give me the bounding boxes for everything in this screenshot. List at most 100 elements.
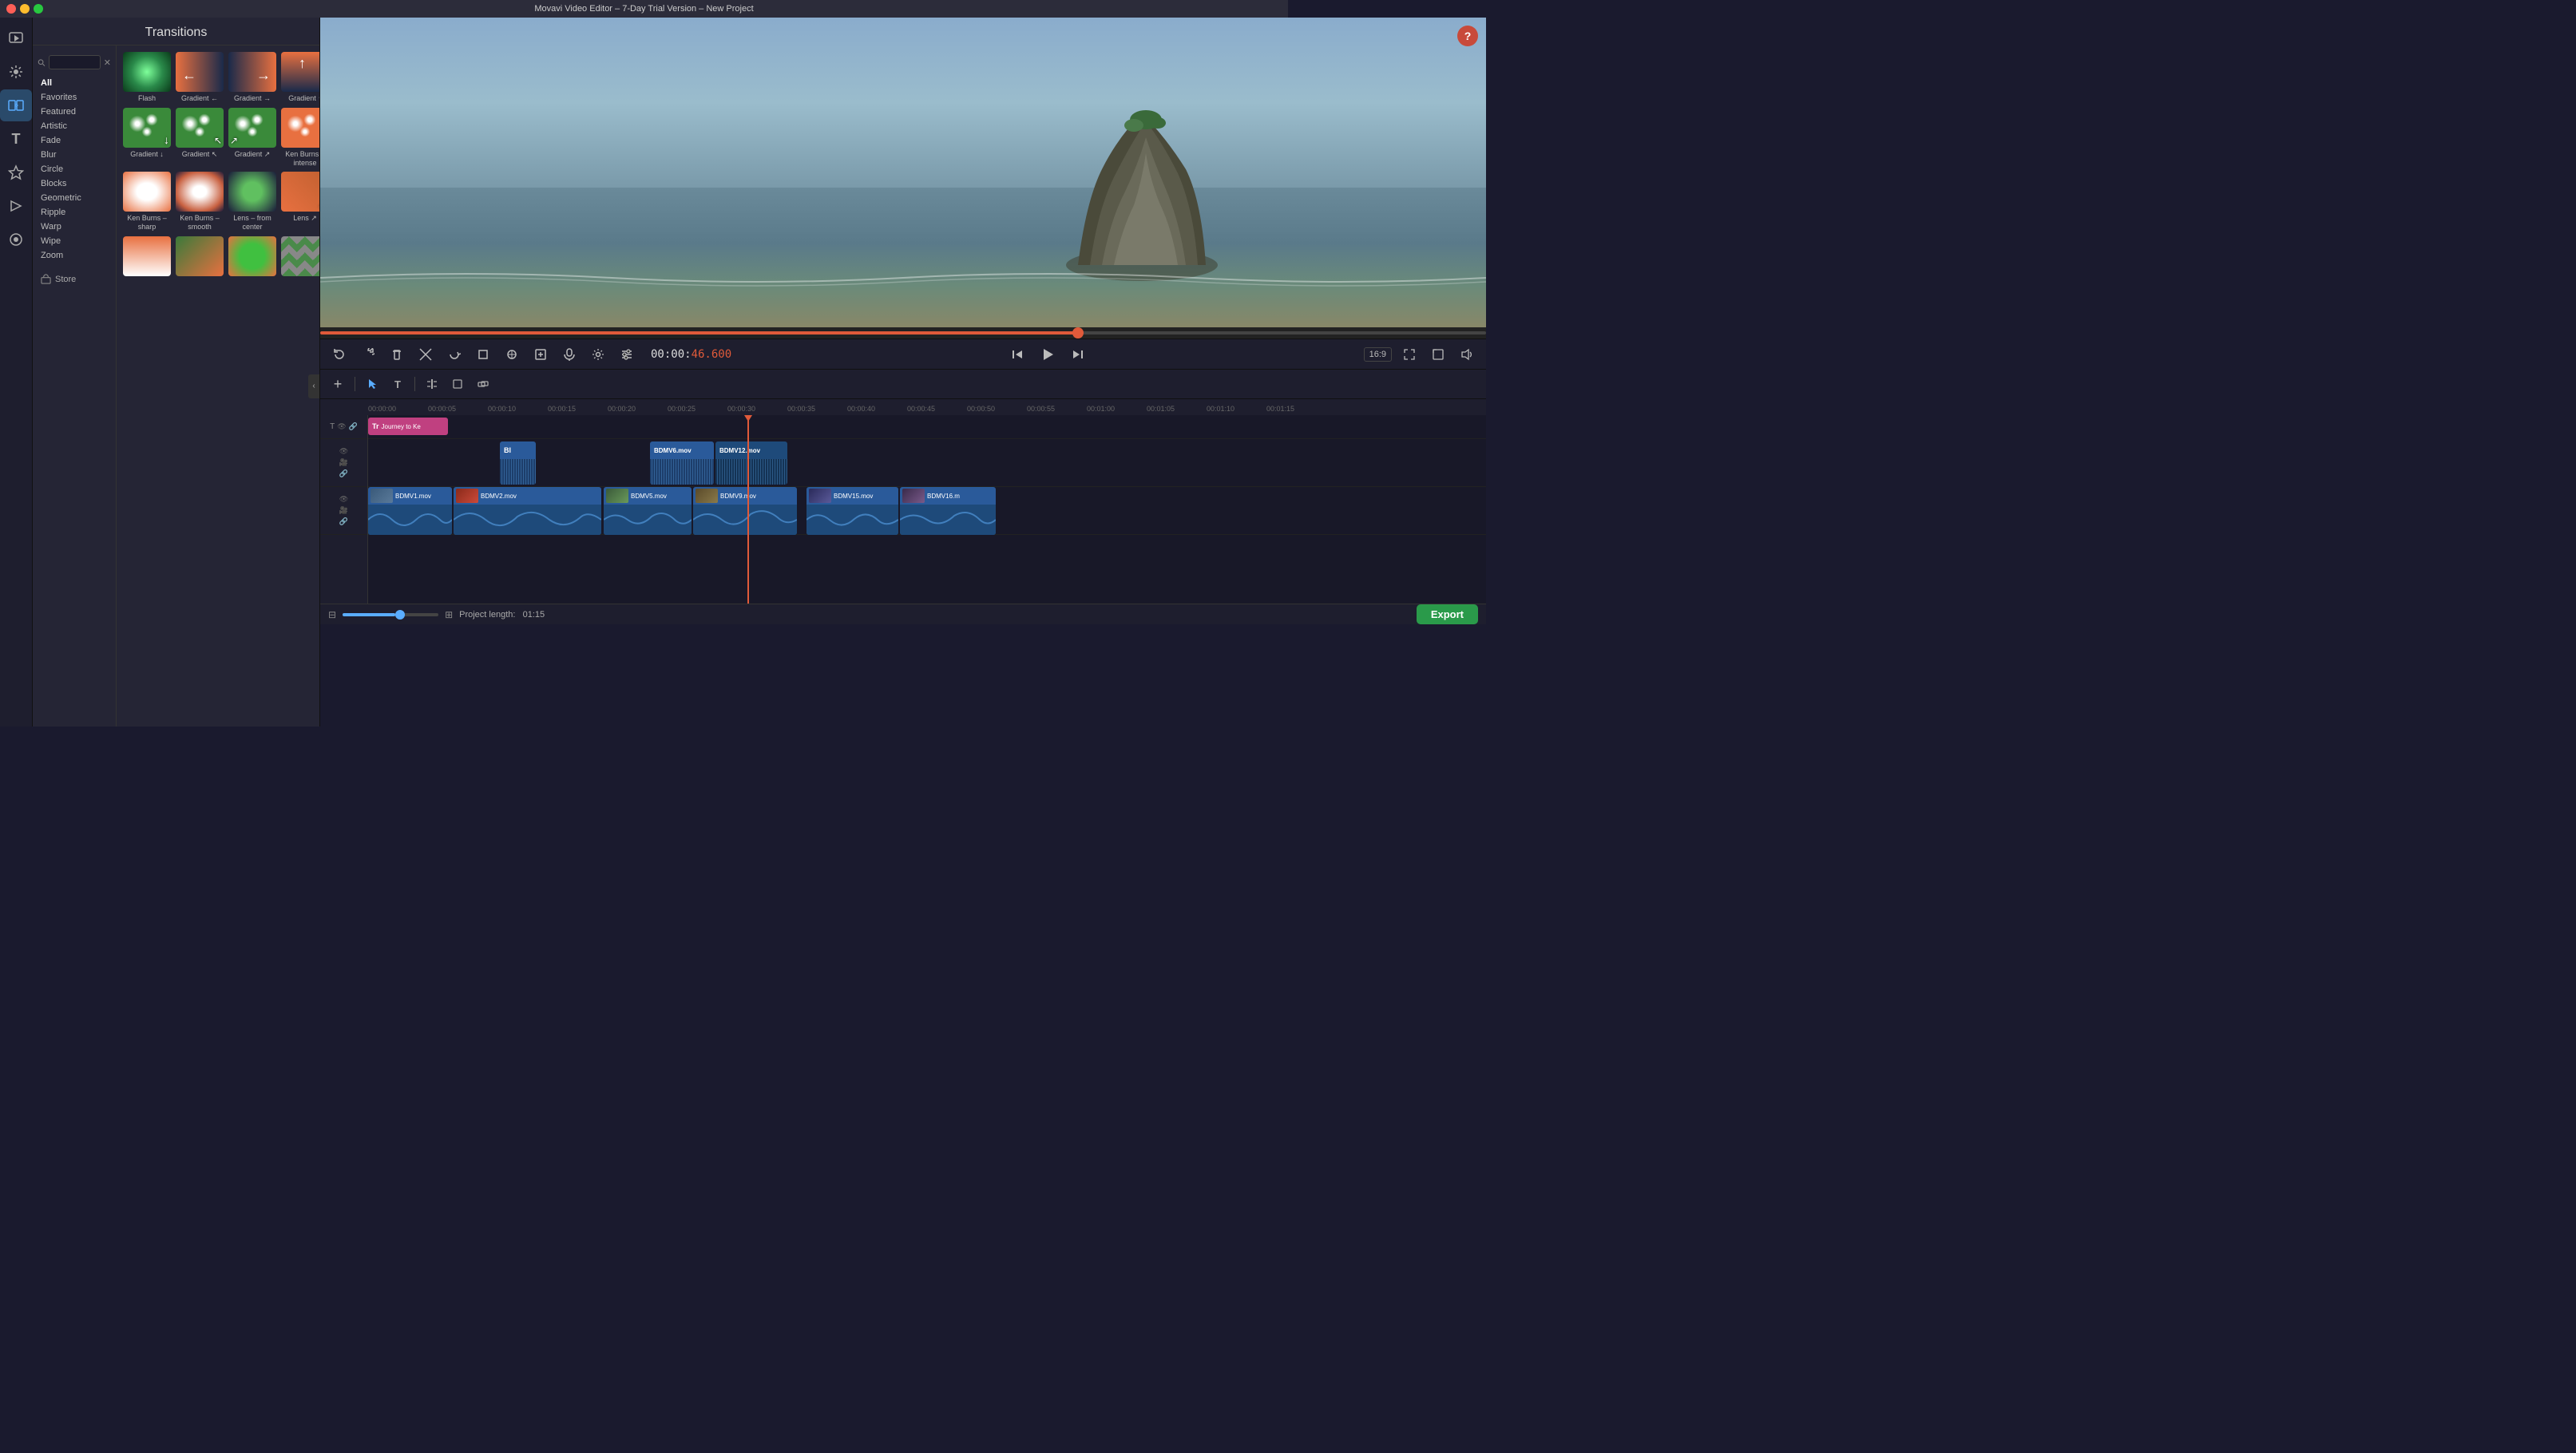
toolbar-media[interactable]: [0, 22, 32, 54]
snap-button[interactable]: [421, 373, 443, 395]
maximize-button[interactable]: [34, 4, 43, 14]
transition-gradient-down[interactable]: ↓ Gradient ↓: [123, 108, 171, 168]
preview-scrubber[interactable]: [320, 327, 1486, 339]
scale-plus-icon: ⊞: [445, 609, 453, 620]
cut-button[interactable]: [414, 343, 437, 366]
crop-button[interactable]: [472, 343, 494, 366]
video-clip-bdmv12[interactable]: BDMV12.mov: [715, 441, 787, 485]
close-search-icon[interactable]: ✕: [104, 57, 111, 68]
playhead[interactable]: [747, 415, 749, 604]
transition-lens-diag[interactable]: ↗ Lens ↗: [281, 172, 319, 232]
transition-row4-4[interactable]: [281, 236, 319, 279]
color-button[interactable]: [501, 343, 523, 366]
transition-row4-3[interactable]: [228, 236, 276, 279]
text-tool[interactable]: T: [386, 373, 409, 395]
search-input[interactable]: [49, 55, 101, 69]
video-clip-bdmv15[interactable]: BDMV15.mov: [806, 487, 898, 535]
help-button[interactable]: ?: [1457, 26, 1478, 46]
category-favorites[interactable]: Favorites: [33, 90, 116, 105]
category-warp[interactable]: Warp: [33, 220, 116, 234]
transition-ken-burns-smooth[interactable]: Ken Burns –smooth: [176, 172, 224, 232]
video-track2-eye[interactable]: 👁: [339, 447, 348, 456]
pointer-tool[interactable]: [361, 373, 383, 395]
video-track2-link[interactable]: 🔗: [339, 469, 348, 478]
category-blocks[interactable]: Blocks: [33, 176, 116, 191]
crop-timeline-button[interactable]: [446, 373, 469, 395]
transition-row4-2[interactable]: [176, 236, 224, 279]
transition-gradient-up[interactable]: ↑ Gradient ↑: [281, 52, 319, 103]
collapse-panel-arrow[interactable]: ‹: [308, 374, 319, 398]
traffic-lights: [6, 4, 43, 14]
video-clip-bl[interactable]: Bl: [500, 441, 536, 485]
category-all[interactable]: All: [33, 76, 116, 90]
category-blur[interactable]: Blur: [33, 148, 116, 162]
transition-ken-burns-intense[interactable]: Ken Burns –intense: [281, 108, 319, 168]
transition-gradient-left[interactable]: ← Gradient ←: [176, 52, 224, 103]
main-video-track-row: BDMV1.mov: [368, 487, 1486, 535]
transition-flash[interactable]: Flash: [123, 52, 171, 103]
left-toolbar: T: [0, 18, 33, 726]
settings-button[interactable]: [587, 343, 609, 366]
toolbar-titles[interactable]: T: [0, 123, 32, 155]
toolbar-transitions[interactable]: [0, 89, 32, 121]
add-track-button[interactable]: +: [327, 373, 349, 395]
video-clip-bdmv6[interactable]: BDMV6.mov: [650, 441, 714, 485]
title-track-label: T 👁 🔗: [320, 415, 367, 439]
category-circle[interactable]: Circle: [33, 162, 116, 176]
category-geometric[interactable]: Geometric: [33, 191, 116, 205]
rotate-button[interactable]: [443, 343, 466, 366]
toolbar-filters[interactable]: [0, 224, 32, 255]
title-track-icon: T: [330, 422, 335, 431]
toolbar-motion[interactable]: [0, 190, 32, 222]
video-clip-bdmv2[interactable]: BDMV2.mov: [454, 487, 601, 535]
title-clip[interactable]: Tr Journey to Ke: [368, 418, 448, 435]
store-button[interactable]: Store: [33, 269, 116, 289]
transition-gradient-tr[interactable]: ↗ Gradient ↗: [228, 108, 276, 168]
voice-button[interactable]: [558, 343, 581, 366]
transitions-sidebar: ✕ All Favorites Featured Artistic Fade B…: [33, 46, 117, 726]
category-artistic[interactable]: Artistic: [33, 119, 116, 133]
video-clip-bdmv1[interactable]: BDMV1.mov: [368, 487, 452, 535]
transition-row4-1[interactable]: [123, 236, 171, 279]
video-track-cam[interactable]: 🎥: [339, 506, 348, 515]
video-track-link[interactable]: 🔗: [339, 517, 348, 526]
category-zoom[interactable]: Zoom: [33, 248, 116, 263]
delete-button[interactable]: [386, 343, 408, 366]
detach-button[interactable]: [472, 373, 494, 395]
transition-gradient-right[interactable]: → Gradient →: [228, 52, 276, 103]
transitions-header: Transitions: [33, 18, 319, 46]
scale-slider[interactable]: [343, 613, 438, 616]
title-track-link[interactable]: 🔗: [349, 422, 358, 431]
close-button[interactable]: [6, 4, 16, 14]
window-title: Movavi Video Editor – 7-Day Trial Versio…: [534, 4, 753, 14]
undo-button[interactable]: [328, 343, 351, 366]
minimize-button[interactable]: [20, 4, 30, 14]
fullscreen-edit-button[interactable]: [1398, 343, 1421, 366]
video-clip-bdmv9[interactable]: BDMV9.mov: [693, 487, 797, 535]
toolbar-stickers[interactable]: [0, 156, 32, 188]
video-clip-bdmv16[interactable]: BDMV16.m: [900, 487, 996, 535]
timeline-tracks[interactable]: Tr Journey to Ke Bl: [368, 415, 1486, 604]
category-wipe[interactable]: Wipe: [33, 234, 116, 248]
category-list: All Favorites Featured Artistic Fade Blu…: [33, 73, 116, 266]
video-clip-bdmv5[interactable]: BDMV5.mov: [604, 487, 692, 535]
category-ripple[interactable]: Ripple: [33, 205, 116, 220]
volume-button[interactable]: [1456, 343, 1478, 366]
category-fade[interactable]: Fade: [33, 133, 116, 148]
category-featured[interactable]: Featured: [33, 105, 116, 119]
transition-ken-burns-sharp[interactable]: Ken Burns –sharp: [123, 172, 171, 232]
video-track2-cam[interactable]: 🎥: [339, 458, 348, 467]
fullscreen-button[interactable]: [1427, 343, 1449, 366]
video-track-eye[interactable]: 👁: [339, 495, 348, 504]
skip-back-button[interactable]: [1006, 343, 1028, 366]
insert-button[interactable]: [529, 343, 552, 366]
transition-lens-center[interactable]: Lens – fromcenter: [228, 172, 276, 232]
title-track-eye[interactable]: 👁: [337, 422, 346, 431]
redo-button[interactable]: [357, 343, 379, 366]
equalizer-button[interactable]: [616, 343, 638, 366]
play-button[interactable]: [1035, 342, 1060, 367]
toolbar-effects[interactable]: [0, 56, 32, 88]
export-button[interactable]: Export: [1417, 604, 1478, 624]
skip-forward-button[interactable]: [1067, 343, 1089, 366]
transition-gradient-tl[interactable]: ↖ Gradient ↖: [176, 108, 224, 168]
